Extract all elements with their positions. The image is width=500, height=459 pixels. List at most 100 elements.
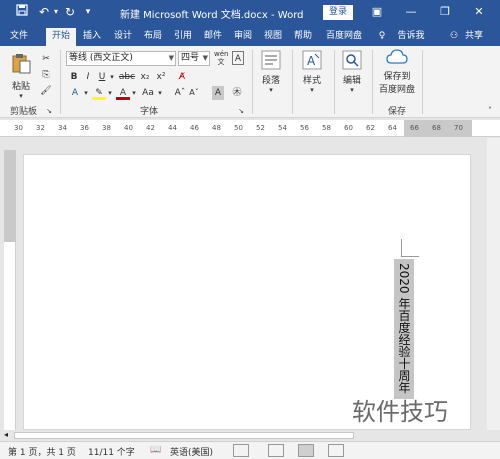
ribbon-display-options-icon[interactable]: ▣: [368, 4, 386, 20]
vertical-text-selection[interactable]: 2020 年百度经验十周年: [394, 259, 414, 399]
copy-icon[interactable]: ⎘: [40, 68, 52, 82]
chevron-down-icon: ▾: [310, 86, 314, 94]
login-button[interactable]: 登录: [323, 5, 353, 20]
font-launcher-icon[interactable]: ↘: [236, 104, 246, 118]
tab-view[interactable]: 视图: [261, 28, 285, 46]
word-count[interactable]: 11/11 个字: [88, 445, 135, 458]
language[interactable]: 英语(美国): [170, 445, 213, 458]
ruler-number: 56: [300, 124, 309, 132]
save-icon[interactable]: [14, 4, 30, 20]
bold-button[interactable]: B: [68, 70, 80, 84]
font-size-combo[interactable]: 四号 ▼: [178, 51, 210, 66]
ruler-number: 34: [58, 124, 67, 132]
chevron-down-icon[interactable]: ▾: [130, 86, 138, 100]
separator: [334, 50, 335, 114]
change-case-button[interactable]: Aa: [140, 86, 156, 100]
styles-button[interactable]: A 样式 ▾: [298, 50, 326, 96]
tab-references[interactable]: 引用: [171, 28, 195, 46]
cut-icon[interactable]: ✂: [40, 52, 52, 66]
tab-design[interactable]: 设计: [111, 28, 135, 46]
clear-format-icon[interactable]: A̸: [176, 70, 188, 84]
search-icon: [342, 50, 362, 70]
chevron-down-icon: ▾: [350, 86, 354, 94]
scroll-left-icon[interactable]: ◂: [4, 430, 8, 439]
ruler-number: 64: [388, 124, 397, 132]
ruler-number: 44: [168, 124, 177, 132]
web-layout-icon[interactable]: [328, 444, 344, 457]
document-page[interactable]: 2020 年百度经验十周年: [23, 154, 471, 430]
format-painter-icon[interactable]: 🖌: [40, 84, 52, 98]
chevron-down-icon[interactable]: ▾: [106, 86, 114, 100]
separator: [372, 50, 373, 114]
horizontal-scrollbar[interactable]: ◂: [0, 430, 500, 441]
read-mode-icon[interactable]: [268, 444, 284, 457]
tell-me-search[interactable]: 告诉我: [394, 28, 428, 46]
tab-file[interactable]: 文件: [6, 28, 32, 46]
underline-button[interactable]: U: [96, 70, 108, 84]
highlight-icon[interactable]: ✎: [92, 86, 106, 100]
font-name-combo[interactable]: 等线 (西文正文) ▼: [66, 51, 176, 66]
document-area: 2020 年百度经验十周年 软件技巧: [0, 138, 500, 430]
minimize-button[interactable]: —: [402, 4, 420, 20]
restore-button[interactable]: ❐: [436, 4, 454, 20]
tab-insert[interactable]: 插入: [80, 28, 104, 46]
proofing-icon[interactable]: 📖: [150, 445, 161, 455]
scroll-thumb[interactable]: [14, 432, 354, 439]
paste-label: 粘贴: [11, 82, 30, 92]
tab-layout[interactable]: 布局: [141, 28, 165, 46]
font-color-icon[interactable]: A: [116, 86, 130, 100]
svg-text:A: A: [307, 54, 316, 68]
vertical-scrollbar[interactable]: [487, 138, 500, 430]
collapse-ribbon-icon[interactable]: ˄: [484, 104, 496, 118]
grow-font-icon[interactable]: Aˆ: [174, 86, 186, 100]
strikethrough-button[interactable]: abc: [118, 70, 136, 84]
editing-label: 编辑: [342, 76, 361, 86]
separator: [422, 50, 423, 114]
phonetic-guide-icon[interactable]: wén 文: [214, 50, 228, 66]
paragraph-label: 段落: [261, 76, 280, 86]
char-border-icon[interactable]: A: [232, 51, 244, 65]
chevron-down-icon[interactable]: ▾: [82, 86, 90, 100]
horizontal-ruler[interactable]: 30 32 34 36 38 40 42 44 46 48 50 52 54 5…: [0, 120, 500, 137]
ruler-number: 30: [14, 124, 23, 132]
ruler-number: 36: [80, 124, 89, 132]
focus-mode-icon[interactable]: [233, 444, 249, 457]
tab-help[interactable]: 帮助: [291, 28, 315, 46]
close-button[interactable]: ✕: [470, 4, 488, 20]
save-to-label-2: 百度网盘: [378, 85, 415, 95]
shrink-font-icon[interactable]: Aˇ: [188, 86, 200, 100]
word-window: ↶ ▾ ↻ ▾ 新建 Microsoft Word 文档.docx - Word…: [0, 0, 500, 459]
char-shading-icon[interactable]: A: [212, 86, 224, 100]
tab-mailings[interactable]: 邮件: [201, 28, 225, 46]
superscript-button[interactable]: x²: [154, 70, 168, 84]
clipboard-launcher-icon[interactable]: ↘: [44, 104, 54, 118]
paste-dropdown-icon[interactable]: ▾: [8, 92, 34, 100]
chevron-down-icon[interactable]: ▾: [156, 86, 164, 100]
user-icon[interactable]: ⚇: [448, 28, 460, 46]
enclose-char-icon[interactable]: ㊍: [230, 86, 244, 100]
page-count[interactable]: 第 1 页，共 1 页: [8, 445, 76, 458]
save-to-baidu-button[interactable]: 保存到 百度网盘: [376, 48, 418, 100]
tab-home[interactable]: 开始: [46, 28, 76, 46]
save-to-label-1: 保存到: [383, 72, 411, 82]
customize-toolbar-icon[interactable]: ▾: [80, 4, 96, 20]
paste-icon: [12, 54, 31, 74]
paragraph-button[interactable]: 段落 ▾: [258, 50, 284, 96]
tab-review[interactable]: 审阅: [231, 28, 255, 46]
vertical-ruler[interactable]: [4, 150, 16, 430]
italic-button[interactable]: I: [82, 70, 94, 84]
font-group-label: 字体: [140, 107, 159, 117]
tab-baidu-netdisk[interactable]: 百度网盘: [322, 28, 366, 46]
subscript-button[interactable]: x₂: [138, 70, 152, 84]
window-title: 新建 Microsoft Word 文档.docx - Word: [120, 10, 304, 21]
lightbulb-icon[interactable]: ♀: [376, 28, 388, 46]
redo-icon[interactable]: ↻: [62, 4, 78, 20]
print-layout-icon[interactable]: [298, 444, 314, 457]
paste-button[interactable]: 粘贴 ▾: [8, 52, 34, 100]
status-bar: 第 1 页，共 1 页 11/11 个字 📖 英语(美国): [0, 441, 500, 459]
share-button[interactable]: 共享: [462, 28, 486, 46]
underline-dropdown-icon[interactable]: ▾: [108, 70, 116, 84]
editing-button[interactable]: 编辑 ▾: [338, 50, 366, 96]
text-effects-icon[interactable]: A: [68, 86, 82, 100]
ruler-number: 50: [234, 124, 243, 132]
